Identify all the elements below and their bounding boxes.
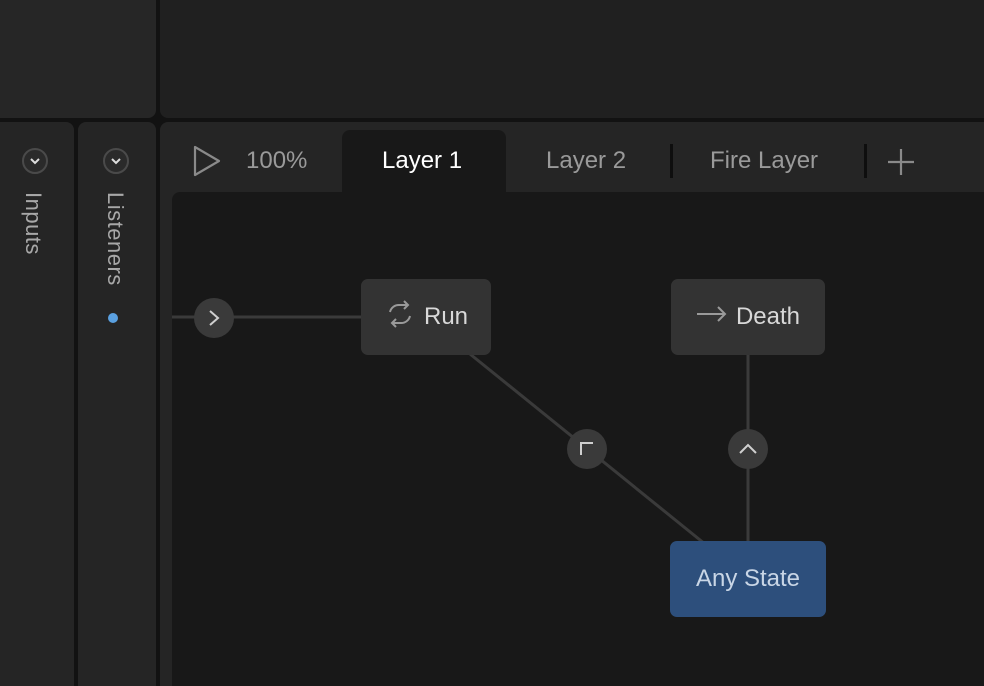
state-node-any-state-label: Any State — [695, 565, 801, 592]
arrow-right-icon — [696, 303, 728, 331]
transition-wires — [172, 315, 750, 546]
state-node-run[interactable]: Run — [361, 279, 491, 355]
loop-icon — [384, 299, 416, 335]
state-node-run-label: Run — [423, 303, 469, 330]
state-node-death-label: Death — [735, 303, 801, 330]
transition-diagonal-arrow-icon[interactable] — [567, 429, 607, 469]
entry-transition-arrow-icon[interactable] — [194, 298, 234, 338]
state-node-death[interactable]: Death — [671, 279, 825, 355]
state-node-any-state[interactable]: Any State — [670, 541, 826, 617]
transition-up-arrow-icon[interactable] — [728, 429, 768, 469]
